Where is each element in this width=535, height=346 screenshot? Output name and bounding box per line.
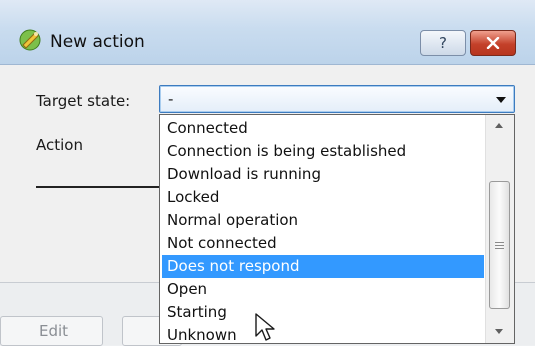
grip-line [495, 245, 504, 246]
edit-button-label: Edit [39, 322, 69, 340]
action-field-line [36, 186, 160, 188]
target-state-value: - [168, 90, 174, 108]
action-label: Action [36, 136, 83, 154]
help-icon: ? [439, 34, 447, 52]
chevron-down-icon[interactable] [496, 97, 506, 103]
dialog-title: New action [50, 32, 145, 52]
scrollbar-thumb[interactable] [489, 181, 510, 309]
grip-line [495, 242, 504, 243]
list-item-not-connected[interactable]: Not connected [162, 232, 484, 255]
list-item-normal-operation[interactable]: Normal operation [162, 209, 484, 232]
list-item-connected[interactable]: Connected [162, 117, 484, 140]
target-state-label: Target state: [36, 92, 131, 110]
grip-line [495, 248, 504, 249]
close-icon [486, 37, 500, 49]
edit-button[interactable]: Edit [0, 316, 103, 346]
mouse-cursor-icon [255, 313, 275, 341]
new-action-dialog: New action ? Target state: Action - Edit… [0, 0, 535, 346]
target-state-dropdown-list: Connected Connection is being establishe… [159, 114, 515, 344]
close-button[interactable] [470, 30, 516, 56]
help-button[interactable]: ? [420, 30, 466, 56]
list-item-does-not-respond[interactable]: Does not respond [162, 255, 484, 278]
scroll-down-arrow-icon[interactable] [495, 329, 503, 334]
list-item-download-running[interactable]: Download is running [162, 163, 484, 186]
title-bar: New action ? [0, 0, 535, 65]
new-action-app-icon [19, 29, 41, 51]
list-item-starting[interactable]: Starting [162, 301, 484, 324]
target-state-select[interactable]: - [159, 85, 515, 113]
scroll-up-arrow-icon[interactable] [495, 123, 503, 128]
list-item-locked[interactable]: Locked [162, 186, 484, 209]
dropdown-scrollbar[interactable] [485, 115, 514, 343]
list-item-connection-being-established[interactable]: Connection is being established [162, 140, 484, 163]
list-item-unknown[interactable]: Unknown [162, 324, 484, 343]
list-item-open[interactable]: Open [162, 278, 484, 301]
